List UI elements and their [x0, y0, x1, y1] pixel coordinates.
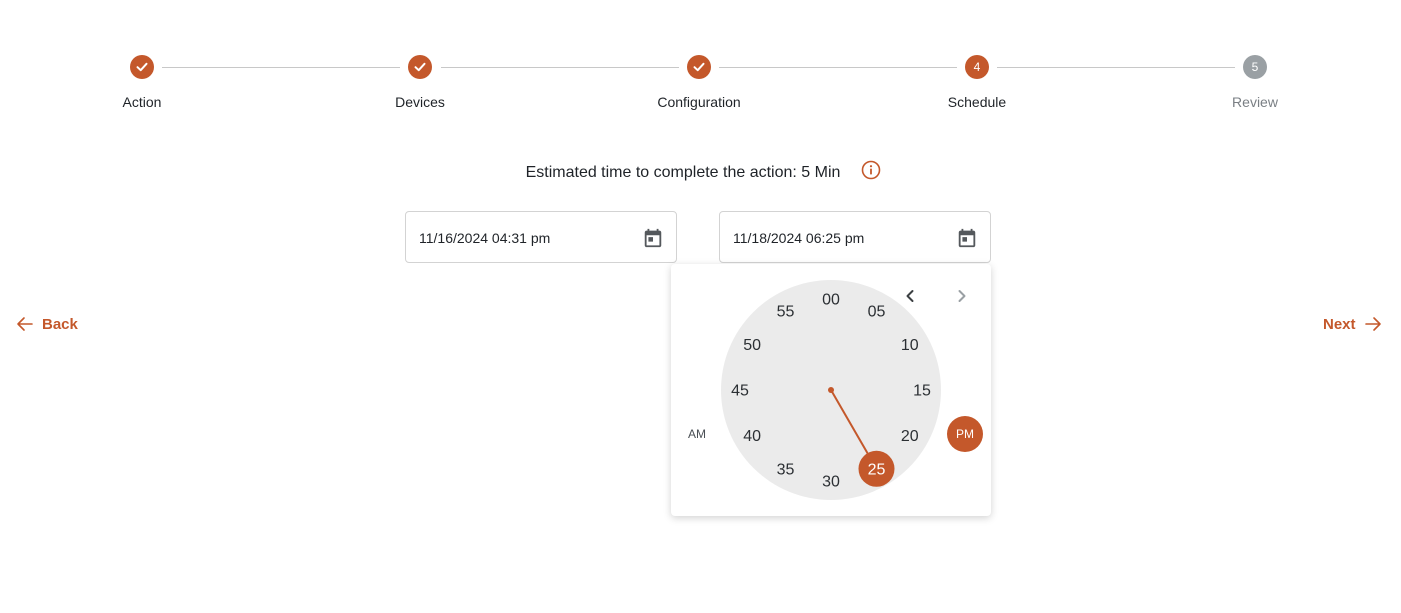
end-datetime-field[interactable]: 11/18/2024 06:25 pm [719, 211, 991, 263]
start-datetime-field[interactable]: 11/16/2024 04:31 pm [405, 211, 677, 263]
check-icon [130, 55, 154, 79]
step-devices[interactable]: Devices [340, 55, 500, 110]
minute-00[interactable]: 00 [822, 292, 840, 309]
minute-40[interactable]: 40 [743, 428, 761, 445]
minute-clock[interactable]: 00 05 10 15 20 25 30 35 40 45 50 55 [721, 280, 941, 500]
check-icon [687, 55, 711, 79]
calendar-icon[interactable] [956, 227, 978, 249]
minute-15[interactable]: 15 [913, 383, 931, 400]
next-button[interactable]: Next [1323, 315, 1382, 333]
step-label: Schedule [947, 94, 1007, 110]
estimate-text: Estimated time to complete the action: 5… [525, 164, 841, 181]
step-label: Devices [395, 94, 445, 110]
back-label: Back [42, 315, 78, 333]
step-label: Configuration [657, 94, 741, 110]
arrow-left-icon [17, 317, 33, 331]
stepper: Action Devices Configuration 4 Schedule … [0, 0, 1401, 130]
arrow-right-icon [1364, 317, 1381, 331]
step-configuration[interactable]: Configuration [619, 55, 779, 110]
minute-35[interactable]: 35 [777, 461, 795, 478]
minute-10[interactable]: 10 [901, 337, 919, 354]
back-button[interactable]: Back [16, 315, 78, 333]
end-datetime-value: 11/18/2024 06:25 pm [733, 230, 865, 246]
next-label: Next [1323, 315, 1356, 333]
step-label: Review [1232, 94, 1278, 110]
step-review[interactable]: 5 Review [1175, 55, 1335, 110]
pm-button[interactable]: PM [947, 416, 983, 452]
start-datetime-value: 11/16/2024 04:31 pm [419, 230, 551, 246]
minute-30[interactable]: 30 [822, 474, 840, 491]
chevron-right-icon[interactable] [950, 284, 974, 308]
step-action[interactable]: Action [62, 55, 222, 110]
minute-20[interactable]: 20 [901, 428, 919, 445]
info-icon[interactable] [860, 159, 882, 181]
am-button[interactable]: AM [679, 416, 715, 452]
check-icon [408, 55, 432, 79]
step-number: 5 [1243, 55, 1267, 79]
minute-45[interactable]: 45 [731, 383, 749, 400]
minute-50[interactable]: 50 [743, 337, 761, 354]
step-schedule[interactable]: 4 Schedule [897, 55, 1057, 110]
clock-center [828, 387, 834, 393]
minute-05[interactable]: 05 [868, 304, 886, 321]
step-label: Action [122, 94, 162, 110]
calendar-icon[interactable] [642, 227, 664, 249]
minute-55[interactable]: 55 [777, 304, 795, 321]
minute-25[interactable]: 25 [868, 461, 886, 478]
step-number: 4 [965, 55, 989, 79]
